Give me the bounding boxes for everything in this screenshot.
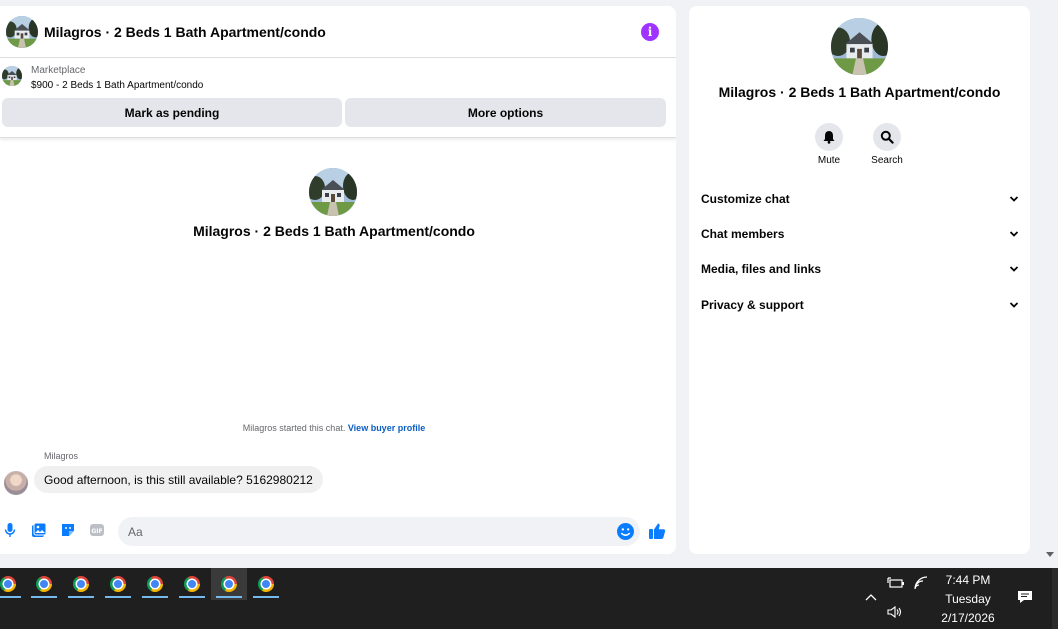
message-input[interactable]: Aa — [118, 517, 640, 546]
taskbar-chrome-1[interactable] — [0, 568, 26, 600]
thumbs-up-icon[interactable] — [648, 522, 666, 540]
sender-avatar[interactable] — [4, 471, 28, 495]
chrome-icon — [110, 576, 126, 592]
marketplace-label: Marketplace — [31, 65, 86, 76]
bell-icon — [823, 131, 835, 144]
section-chat-members[interactable]: Chat members — [701, 223, 1019, 245]
chrome-icon — [221, 576, 237, 592]
show-desktop-button[interactable] — [1052, 568, 1058, 629]
chat-started-text: Milagros started this chat. — [242, 423, 346, 433]
mark-as-pending-button[interactable]: Mark as pending — [2, 98, 342, 127]
show-hidden-icons-chevron-icon[interactable] — [864, 592, 878, 602]
scroll-down-arrow-icon[interactable] — [1046, 552, 1054, 557]
emoji-icon[interactable] — [617, 523, 634, 540]
message-bubble[interactable]: Good afternoon, is this still available?… — [34, 466, 323, 493]
chevron-down-icon — [1009, 302, 1019, 308]
search-button[interactable]: Search — [862, 123, 912, 166]
svg-text:GIF: GIF — [91, 528, 102, 535]
taskbar-chrome-3[interactable] — [63, 568, 99, 600]
taskbar-chrome-2[interactable] — [26, 568, 62, 600]
chrome-icon — [147, 576, 163, 592]
chevron-down-icon — [1009, 231, 1019, 237]
section-label: Media, files and links — [701, 262, 822, 276]
chrome-icon — [184, 576, 200, 592]
sticker-icon[interactable] — [60, 522, 76, 538]
chrome-icon — [0, 576, 16, 592]
battery-icon[interactable] — [887, 576, 905, 590]
clock-date[interactable]: 2/17/2026 — [930, 611, 1006, 625]
gif-icon[interactable]: GIF — [89, 522, 105, 538]
search-icon — [880, 130, 894, 144]
section-media-files-links[interactable]: Media, files and links — [701, 258, 1019, 280]
chevron-down-icon — [1009, 196, 1019, 202]
chrome-icon — [258, 576, 274, 592]
taskbar: 7:44 PM Tuesday 2/17/2026 — [0, 568, 1058, 629]
listing-thumbnail[interactable] — [2, 66, 22, 86]
taskbar-chrome-5[interactable] — [137, 568, 173, 600]
photo-icon[interactable] — [31, 522, 47, 538]
info-panel-avatar[interactable] — [831, 18, 888, 75]
section-label: Privacy & support — [701, 298, 804, 312]
search-label: Search — [871, 155, 903, 166]
chrome-icon — [73, 576, 89, 592]
chrome-icon — [36, 576, 52, 592]
taskbar-chrome-8[interactable] — [248, 568, 284, 600]
taskbar-chrome-7-active[interactable] — [211, 568, 247, 600]
network-icon[interactable] — [913, 575, 929, 591]
view-buyer-profile-link[interactable]: View buyer profile — [348, 423, 425, 433]
conversation-title: Milagros · 2 Beds 1 Bath Apartment/condo — [193, 223, 475, 239]
chat-started-note: Milagros started this chat. View buyer p… — [0, 423, 668, 433]
message-composer: GIF Aa — [0, 512, 676, 548]
notifications-icon[interactable] — [1017, 590, 1033, 604]
section-customize-chat[interactable]: Customize chat — [701, 188, 1019, 210]
clock-day[interactable]: Tuesday — [930, 592, 1006, 606]
listing-price-title[interactable]: $900 - 2 Beds 1 Bath Apartment/condo — [31, 80, 203, 91]
sender-name: Milagros — [44, 451, 79, 461]
chevron-down-icon — [1009, 266, 1019, 272]
conversation-avatar[interactable] — [309, 168, 357, 216]
marketplace-listing-bar: Marketplace $900 - 2 Beds 1 Bath Apartme… — [0, 58, 676, 138]
taskbar-chrome-6[interactable] — [174, 568, 210, 600]
info-icon[interactable]: i — [641, 23, 659, 41]
more-options-button[interactable]: More options — [345, 98, 666, 127]
chat-header-title[interactable]: Milagros · 2 Beds 1 Bath Apartment/condo — [44, 24, 326, 40]
section-label: Customize chat — [701, 192, 790, 206]
section-label: Chat members — [701, 227, 785, 241]
chat-panel: Milagros · 2 Beds 1 Bath Apartment/condo… — [0, 6, 676, 554]
microphone-icon[interactable] — [2, 522, 18, 538]
chat-header: Milagros · 2 Beds 1 Bath Apartment/condo… — [0, 6, 676, 58]
info-panel-title: Milagros · 2 Beds 1 Bath Apartment/condo — [718, 84, 1001, 100]
clock-time[interactable]: 7:44 PM — [930, 573, 1006, 587]
taskbar-chrome-4[interactable] — [100, 568, 136, 600]
mute-button[interactable]: Mute — [804, 123, 854, 166]
section-privacy-support[interactable]: Privacy & support — [701, 294, 1019, 316]
listing-avatar[interactable] — [6, 16, 38, 48]
mute-label: Mute — [817, 155, 841, 166]
conversation-info-panel: Milagros · 2 Beds 1 Bath Apartment/condo… — [689, 6, 1030, 554]
volume-icon[interactable] — [887, 605, 903, 619]
